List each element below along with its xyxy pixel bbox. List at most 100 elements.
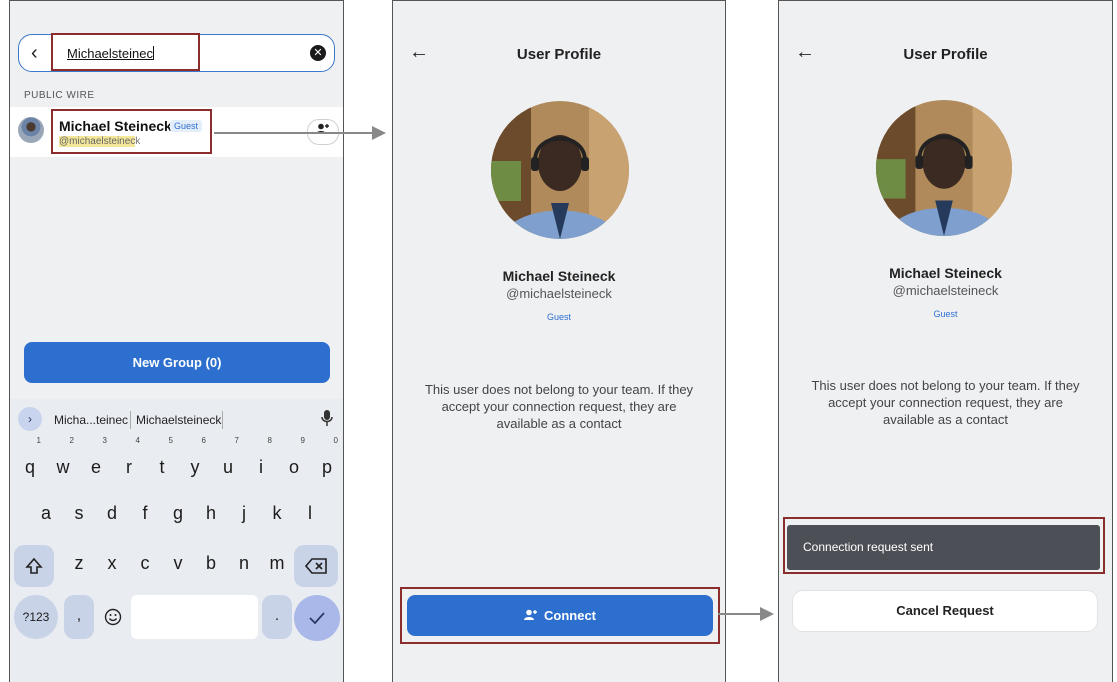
emoji-key[interactable] — [98, 595, 128, 639]
keyboard: › Micha...teinec Michaelsteineck q1 w2 e… — [10, 399, 343, 682]
key-label: y — [190, 457, 200, 477]
key[interactable]: v — [164, 542, 192, 584]
key-hint: 6 — [201, 436, 206, 445]
key-hint: 4 — [135, 436, 140, 445]
profile-description: This user does not belong to your team. … — [424, 382, 694, 431]
space-key[interactable] — [131, 595, 258, 639]
key-hint: 1 — [36, 436, 41, 445]
key[interactable]: q1 — [16, 437, 44, 488]
key-hint: 3 — [102, 436, 107, 445]
profile-description: This user does not belong to your team. … — [811, 378, 1080, 427]
key[interactable]: y6 — [181, 437, 209, 488]
flow-arrow-line — [214, 132, 374, 134]
key[interactable]: r4 — [115, 437, 143, 488]
period-key[interactable]: . — [262, 595, 292, 639]
profile-screen-before: ← User Profile Michael Steineck @michael… — [392, 0, 726, 682]
suggestion-divider — [222, 411, 223, 429]
key[interactable]: c — [131, 542, 159, 584]
handle-match: @michaelsteinec — [59, 136, 136, 147]
cancel-request-button[interactable]: Cancel Request — [793, 591, 1097, 631]
key[interactable]: g — [164, 492, 192, 534]
search-query: Michaelsteinec — [67, 46, 153, 61]
key-hint: 2 — [69, 436, 74, 445]
flow-arrow-head — [372, 126, 386, 140]
result-name: Michael Steineck — [59, 118, 172, 134]
expand-arrow-icon[interactable]: › — [18, 407, 42, 431]
profile-handle: @michaelsteineck — [506, 286, 612, 301]
key[interactable]: t5 — [148, 437, 176, 488]
key-hint: 8 — [267, 436, 272, 445]
add-user-icon — [524, 609, 537, 620]
profile-photo — [491, 101, 629, 239]
key-label: e — [90, 457, 101, 477]
microphone-icon[interactable] — [321, 410, 333, 429]
key-label: p — [321, 457, 332, 477]
key[interactable]: o9 — [280, 437, 308, 488]
enter-key[interactable] — [294, 595, 340, 641]
symbols-key[interactable]: ?123 — [14, 595, 58, 639]
key[interactable]: j — [230, 492, 258, 534]
key[interactable]: z — [65, 542, 93, 584]
search-input[interactable]: Michaelsteinec — [67, 46, 154, 61]
connect-label: Connect — [544, 608, 596, 623]
key[interactable]: p0 — [313, 437, 341, 488]
section-label: PUBLIC WIRE — [24, 90, 95, 101]
key-label: q — [24, 457, 35, 477]
key[interactable]: f — [131, 492, 159, 534]
page-title: User Profile — [516, 46, 602, 63]
search-bar[interactable]: ‹ Michaelsteinec ✕ — [18, 34, 335, 72]
key[interactable]: u7 — [214, 437, 242, 488]
shift-icon — [25, 557, 43, 574]
search-screen: ‹ Michaelsteinec ✕ PUBLIC WIRE Michael S… — [9, 0, 344, 682]
suggestion-item[interactable]: Micha...teinec — [54, 413, 128, 427]
profile-name: Michael Steineck — [502, 268, 616, 284]
checkmark-icon — [309, 612, 325, 625]
avatar — [18, 117, 44, 143]
suggestion-divider — [130, 411, 131, 429]
key-label: u — [222, 457, 233, 477]
flow-arrow-head — [760, 607, 774, 621]
key-label: o — [288, 457, 299, 477]
new-group-button[interactable]: New Group (0) — [24, 342, 330, 383]
key[interactable]: a — [32, 492, 60, 534]
back-chevron-icon[interactable]: ‹ — [31, 43, 38, 63]
guest-badge: Guest — [546, 312, 571, 322]
guest-badge: Guest — [933, 309, 958, 319]
suggestion-bar: › Micha...teinec Michaelsteineck — [10, 403, 343, 433]
profile-screen-after: ← User Profile Michael Steineck @michael… — [778, 0, 1113, 682]
guest-badge: Guest — [170, 120, 203, 132]
key[interactable]: l — [296, 492, 324, 534]
page-title: User Profile — [903, 46, 988, 63]
key[interactable]: h — [197, 492, 225, 534]
key-hint: 5 — [168, 436, 173, 445]
key[interactable]: b — [197, 542, 225, 584]
key[interactable]: k — [263, 492, 291, 534]
comma-key[interactable]: , — [64, 595, 94, 639]
flow-arrow-line — [718, 613, 762, 615]
key[interactable]: m — [263, 542, 291, 584]
connect-button[interactable]: Connect — [407, 595, 713, 636]
key-hint: 9 — [300, 436, 305, 445]
key[interactable]: i8 — [247, 437, 275, 488]
key[interactable]: s — [65, 492, 93, 534]
key[interactable]: x — [98, 542, 126, 584]
backspace-icon — [304, 558, 327, 574]
emoji-icon — [104, 608, 122, 626]
key-label: i — [259, 457, 263, 477]
profile-name: Michael Steineck — [889, 265, 1002, 281]
key-label: w — [56, 457, 70, 477]
profile-handle: @michaelsteineck — [892, 283, 999, 298]
key[interactable]: n — [230, 542, 258, 584]
shift-key[interactable] — [14, 545, 54, 587]
key-label: r — [126, 457, 132, 477]
key[interactable]: d — [98, 492, 126, 534]
suggestion-item[interactable]: Michaelsteineck — [136, 413, 221, 427]
clear-search-icon[interactable]: ✕ — [310, 45, 326, 61]
key[interactable]: e3 — [82, 437, 110, 488]
backspace-key[interactable] — [294, 545, 338, 587]
profile-photo — [876, 100, 1012, 236]
key[interactable]: w2 — [49, 437, 77, 488]
result-handle: @michaelsteineck — [59, 136, 140, 147]
handle-rest: k — [135, 136, 141, 147]
key-hint: 7 — [234, 436, 239, 445]
